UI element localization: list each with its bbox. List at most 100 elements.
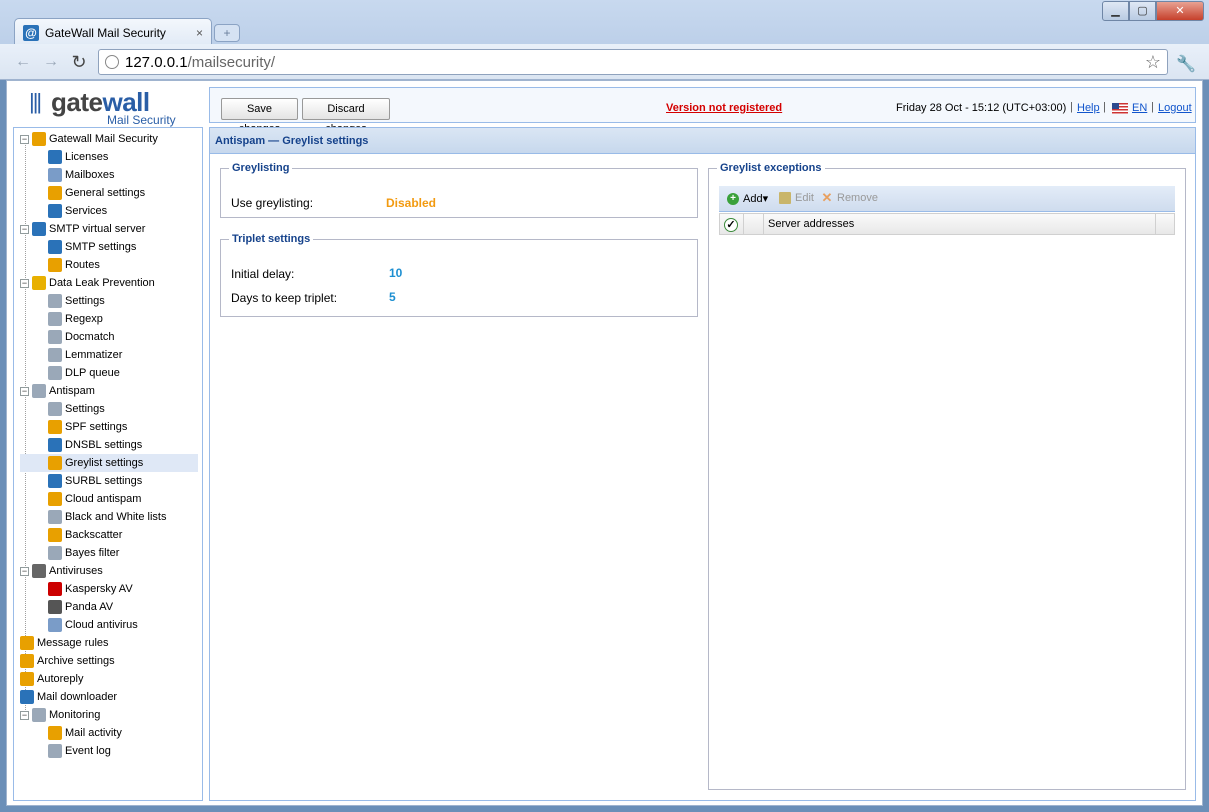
sidebar-item-services[interactable]: Services: [48, 202, 107, 220]
forward-arrow-icon[interactable]: →: [40, 51, 62, 73]
server-addresses-column[interactable]: Server addresses: [764, 214, 1156, 234]
sidebar-item-label: Routes: [65, 259, 100, 271]
add-label: Add: [743, 192, 763, 205]
bayes-icon: [48, 546, 62, 560]
pencil-icon: [779, 192, 791, 204]
queue-icon: [48, 366, 62, 380]
sidebar-item-smtp-settings[interactable]: SMTP settings: [48, 238, 136, 256]
list-icon: [48, 510, 62, 524]
select-all-column[interactable]: ✓: [720, 214, 744, 234]
sidebar-item-label: Mailboxes: [65, 169, 115, 181]
us-flag-icon[interactable]: [1112, 103, 1128, 114]
wrench-icon[interactable]: 🔧: [1176, 54, 1196, 74]
tab-close-icon[interactable]: ×: [196, 26, 203, 40]
sidebar-item-autoreply[interactable]: Autoreply: [20, 670, 83, 688]
sidebar-item-smtp-virtual-server[interactable]: − SMTP virtual server: [20, 220, 145, 238]
sidebar-item-panda-av[interactable]: Panda AV: [48, 598, 113, 616]
triplet-legend: Triplet settings: [232, 233, 311, 245]
settings-icon: [48, 186, 62, 200]
bookmark-star-icon[interactable]: ☆: [1145, 52, 1161, 73]
sidebar-item-backscatter[interactable]: Backscatter: [48, 526, 122, 544]
greylist-exceptions-fieldset: Greylist exceptions + Add ▾ Edit ✕ Remove…: [708, 162, 1186, 790]
monitoring-icon: [32, 708, 46, 722]
sidebar-item-regexp[interactable]: Regexp: [48, 310, 103, 328]
sidebar-item-label: Backscatter: [65, 529, 123, 541]
url-path: /mailsecurity/: [187, 53, 276, 71]
sidebar-item-label: Black and White lists: [65, 511, 167, 523]
sidebar-item-label: Greylist settings: [65, 457, 144, 469]
sidebar-item-kaspersky-av[interactable]: Kaspersky AV: [48, 580, 133, 598]
sidebar-item-lemmatizer[interactable]: Lemmatizer: [48, 346, 122, 364]
sidebar-item-bayes-filter[interactable]: Bayes filter: [48, 544, 119, 562]
days-to-keep-value[interactable]: 5: [389, 290, 396, 304]
sidebar-item-message-rules[interactable]: Message rules: [20, 634, 109, 652]
sidebar-item-antispam[interactable]: − Antispam: [20, 382, 95, 400]
close-window-button[interactable]: ✕: [1156, 1, 1204, 21]
sidebar-item-licenses[interactable]: Licenses: [48, 148, 108, 166]
sidebar-item-antiviruses[interactable]: − Antiviruses: [20, 562, 103, 580]
sidebar-item-spf-settings[interactable]: SPF settings: [48, 418, 127, 436]
rules-icon: [20, 636, 34, 650]
new-tab-button[interactable]: +: [214, 24, 240, 42]
minimize-button[interactable]: ▁: [1102, 1, 1129, 21]
sidebar-item-dlp-queue[interactable]: DLP queue: [48, 364, 120, 382]
sidebar-item-routes[interactable]: Routes: [48, 256, 100, 274]
browser-tab[interactable]: @ GateWall Mail Security ×: [14, 18, 212, 46]
back-arrow-icon[interactable]: ←: [12, 51, 34, 73]
discard-changes-button[interactable]: Discard changes: [302, 98, 390, 135]
collapse-toggle-icon[interactable]: −: [20, 566, 29, 576]
sidebar-item-settings[interactable]: Settings: [48, 400, 105, 418]
version-not-registered-link[interactable]: Version not registered: [666, 102, 782, 114]
sidebar-item-label: SMTP virtual server: [49, 223, 146, 235]
exceptions-toolbar: + Add ▾ Edit ✕ Remove: [719, 186, 1175, 212]
save-changes-button[interactable]: Save changes: [221, 98, 298, 135]
greylisting-fieldset: Greylisting Use greylisting: Disabled: [220, 162, 698, 218]
tab-bar: @ GateWall Mail Security × + ▁ ▢ ✕: [0, 0, 1209, 46]
logout-link[interactable]: Logout: [1158, 102, 1192, 114]
use-greylisting-value[interactable]: Disabled: [386, 196, 436, 210]
collapse-toggle-icon[interactable]: −: [20, 278, 29, 288]
sidebar-item-cloud-antispam[interactable]: Cloud antispam: [48, 490, 141, 508]
remove-button[interactable]: ✕ Remove: [821, 191, 878, 204]
sidebar-item-label: Antiviruses: [49, 565, 103, 577]
panel-header: Antispam — Greylist settings: [210, 128, 1195, 154]
sidebar-item-general-settings[interactable]: General settings: [48, 184, 145, 202]
browser-toolbar: ← → ↻ 127.0.0.1/mailsecurity/ ☆ 🔧: [0, 44, 1209, 80]
sidebar-item-mail-activity[interactable]: Mail activity: [48, 724, 122, 742]
sidebar-item-label: Archive settings: [37, 655, 115, 667]
sidebar-item-greylist-settings[interactable]: Greylist settings: [20, 454, 198, 472]
sidebar-item-dnsbl-settings[interactable]: DNSBL settings: [48, 436, 142, 454]
sidebar-item-archive-settings[interactable]: Archive settings: [20, 652, 115, 670]
docmatch-icon: [48, 330, 62, 344]
sidebar-item-event-log[interactable]: Event log: [48, 742, 111, 760]
sidebar-item-black-and-white-lists[interactable]: Black and White lists: [48, 508, 166, 526]
help-link[interactable]: Help: [1077, 102, 1100, 114]
collapse-toggle-icon[interactable]: −: [20, 224, 29, 234]
datetime-label: Friday 28 Oct - 15:12 (UTC+03:00): [896, 102, 1067, 114]
reload-icon[interactable]: ↻: [68, 51, 90, 73]
collapse-toggle-icon[interactable]: −: [20, 386, 29, 396]
sidebar-item-monitoring[interactable]: − Monitoring: [20, 706, 100, 724]
sidebar-item-mail-downloader[interactable]: Mail downloader: [20, 688, 117, 706]
mailbox-icon: [48, 168, 62, 182]
sidebar-item-gatewall-mail-security[interactable]: − Gatewall Mail Security: [20, 130, 158, 148]
address-bar[interactable]: 127.0.0.1/mailsecurity/ ☆: [98, 49, 1168, 75]
dlp-icon: [32, 276, 46, 290]
edit-button[interactable]: Edit: [779, 192, 814, 204]
sidebar-item-cloud-antivirus[interactable]: Cloud antivirus: [48, 616, 138, 634]
sidebar-item-docmatch[interactable]: Docmatch: [48, 328, 115, 346]
sidebar-item-label: Mail downloader: [37, 691, 118, 703]
separator: |: [1070, 101, 1073, 113]
sidebar-item-surbl-settings[interactable]: SURBL settings: [48, 472, 142, 490]
sidebar-item-label: Regexp: [65, 313, 103, 325]
add-button[interactable]: + Add ▾: [727, 192, 768, 205]
sidebar-item-data-leak-prevention[interactable]: − Data Leak Prevention: [20, 274, 155, 292]
panel-title: Antispam — Greylist settings: [215, 135, 369, 147]
collapse-toggle-icon[interactable]: −: [20, 134, 29, 144]
sidebar-item-settings[interactable]: Settings: [48, 292, 105, 310]
initial-delay-value[interactable]: 10: [389, 266, 402, 280]
collapse-toggle-icon[interactable]: −: [20, 710, 29, 720]
sidebar-item-mailboxes[interactable]: Mailboxes: [48, 166, 115, 184]
maximize-button[interactable]: ▢: [1129, 1, 1156, 21]
language-link[interactable]: EN: [1132, 102, 1147, 114]
